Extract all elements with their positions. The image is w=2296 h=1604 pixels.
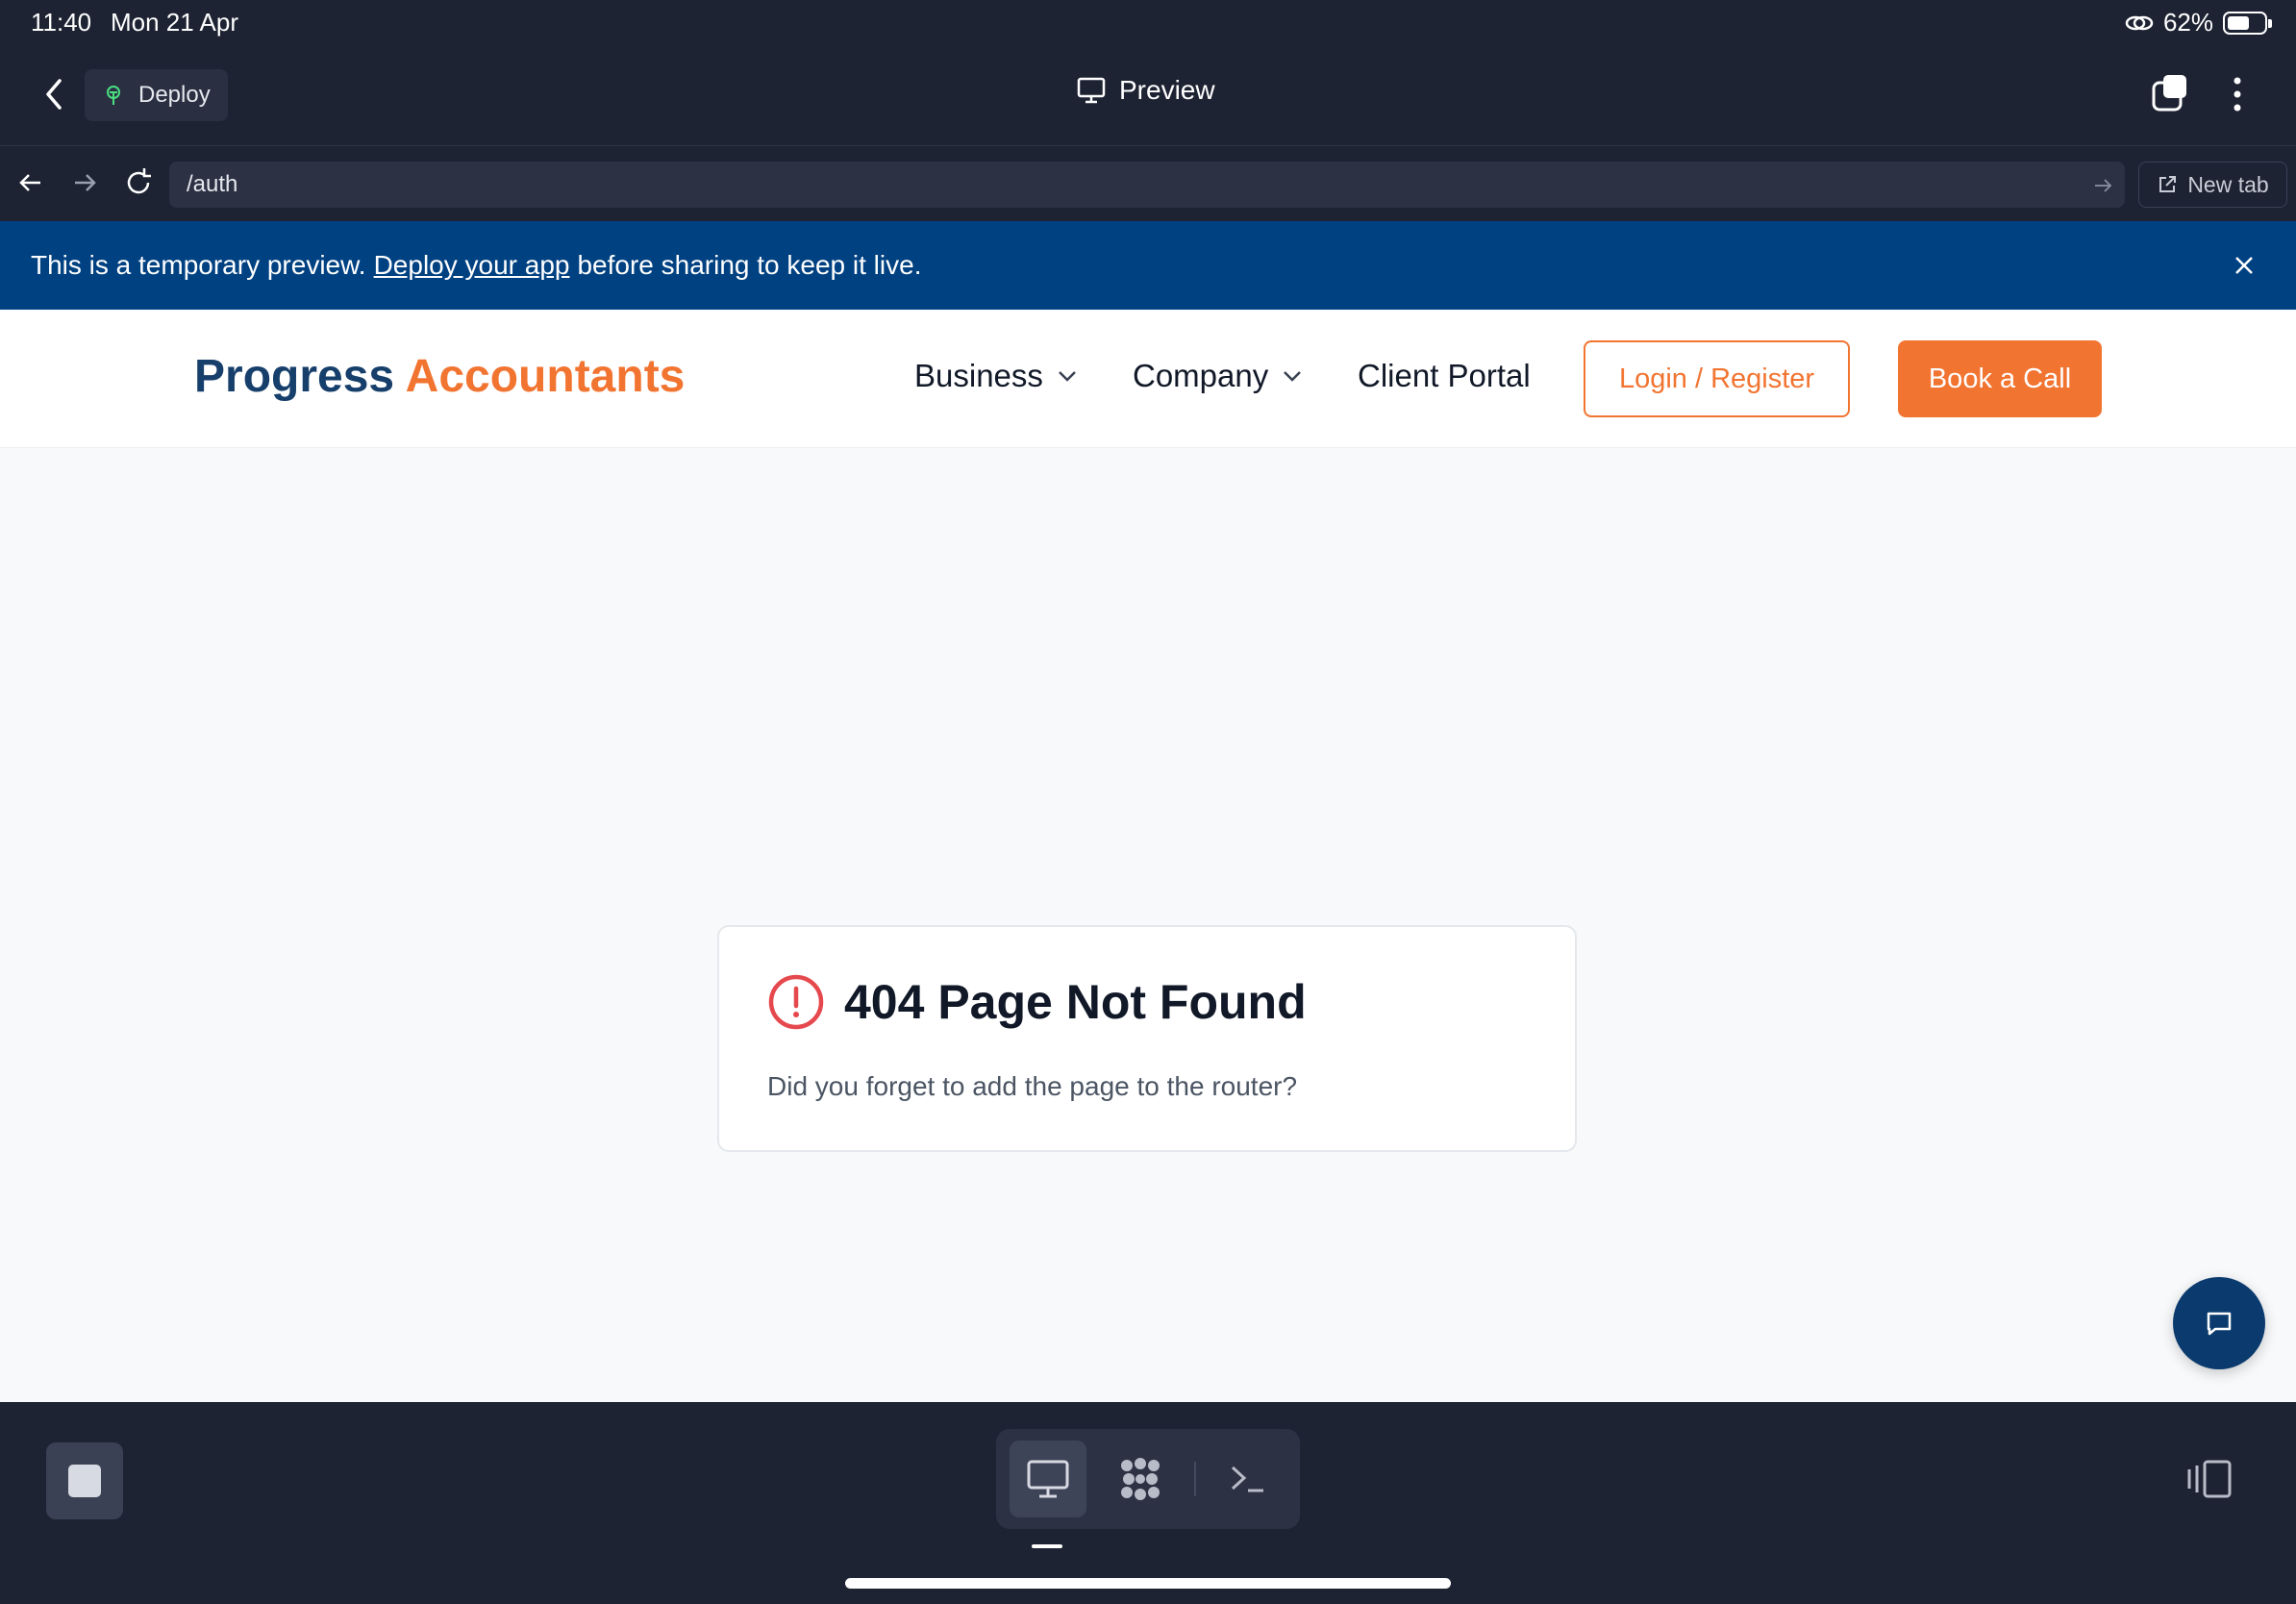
view-switcher [996, 1429, 1300, 1529]
battery-icon [2223, 11, 2272, 35]
nav-company-label: Company [1133, 358, 1269, 393]
chevron-down-icon [1059, 371, 1076, 382]
deploy-label: Deploy [138, 82, 211, 108]
stop-icon [68, 1465, 101, 1497]
status-date: Mon 21 Apr [111, 8, 238, 37]
browser-bar: New tab [0, 146, 2296, 221]
new-tab-label: New tab [2187, 171, 2269, 197]
status-indicators: 62% [2125, 8, 2272, 38]
bottom-toolbar [0, 1402, 2296, 1604]
app-bar: Deploy Preview [0, 46, 2296, 146]
external-link-icon [2159, 176, 2177, 192]
agent-view-button[interactable] [1102, 1441, 1179, 1517]
agent-icon [1121, 1458, 1160, 1500]
logo-part2: Accountants [405, 351, 686, 402]
error-title: 404 Page Not Found [844, 975, 1307, 1029]
site-viewport: Progress Accountants Business Company Cl… [0, 310, 2296, 1402]
deploy-button[interactable]: Deploy [85, 69, 228, 121]
alert-circle-icon [768, 974, 824, 1030]
chat-button[interactable] [2173, 1277, 2265, 1369]
shell-view-button[interactable] [1210, 1441, 1286, 1517]
login-register-button[interactable]: Login / Register [1584, 340, 1850, 417]
deploy-icon [107, 86, 120, 105]
close-icon[interactable] [2229, 250, 2259, 281]
back-chevron-icon[interactable] [38, 75, 69, 113]
link-icon [2125, 15, 2154, 30]
preview-title: Preview [1077, 75, 1215, 106]
status-bar: 11:40 Mon 21 Apr 62% [0, 0, 2296, 46]
error-card: 404 Page Not Found Did you forget to add… [717, 925, 1577, 1152]
go-arrow-icon[interactable] [2092, 175, 2113, 196]
preview-view-button[interactable] [1010, 1441, 1086, 1517]
monitor-icon [1027, 1460, 1069, 1498]
status-time: 11:40 [31, 8, 92, 37]
terminal-icon [1231, 1466, 1263, 1492]
back-arrow-icon[interactable] [13, 165, 48, 200]
site-header: Progress Accountants Business Company Cl… [0, 310, 2296, 448]
panel-layout-icon[interactable] [2186, 1458, 2234, 1500]
error-heading: 404 Page Not Found [767, 973, 1307, 1031]
reload-icon[interactable] [121, 165, 156, 200]
banner-text-before: This is a temporary preview. [31, 250, 366, 280]
new-tab-button[interactable]: New tab [2138, 162, 2287, 208]
preview-label: Preview [1119, 75, 1215, 105]
monitor-icon [1077, 77, 1106, 104]
more-vertical-icon[interactable] [2223, 73, 2252, 115]
nav-client-portal[interactable]: Client Portal [1358, 358, 1531, 394]
chat-icon [2207, 1312, 2232, 1336]
battery-percent: 62% [2162, 8, 2213, 37]
nav-business[interactable]: Business [914, 358, 1078, 394]
nav-client-portal-label: Client Portal [1358, 358, 1531, 393]
stop-button[interactable] [46, 1442, 123, 1519]
chevron-down-icon [1284, 371, 1302, 382]
deploy-app-link[interactable]: Deploy your app [374, 250, 570, 281]
nav-business-label: Business [914, 358, 1043, 393]
logo-part1: Progress [194, 351, 395, 402]
banner-text-after: before sharing to keep it live. [577, 250, 922, 280]
forward-arrow-icon[interactable] [67, 165, 102, 200]
home-indicator[interactable] [845, 1578, 1451, 1589]
nav-company[interactable]: Company [1133, 358, 1303, 394]
url-input[interactable] [169, 162, 2125, 208]
dock-divider [1194, 1462, 1196, 1496]
preview-banner: This is a temporary preview. Deploy your… [0, 221, 2296, 310]
active-view-indicator [1032, 1544, 1062, 1548]
error-message: Did you forget to add the page to the ro… [767, 1071, 1298, 1101]
book-call-button[interactable]: Book a Call [1898, 340, 2102, 417]
tabs-icon[interactable] [2150, 73, 2190, 113]
site-logo[interactable]: Progress Accountants [194, 350, 685, 403]
